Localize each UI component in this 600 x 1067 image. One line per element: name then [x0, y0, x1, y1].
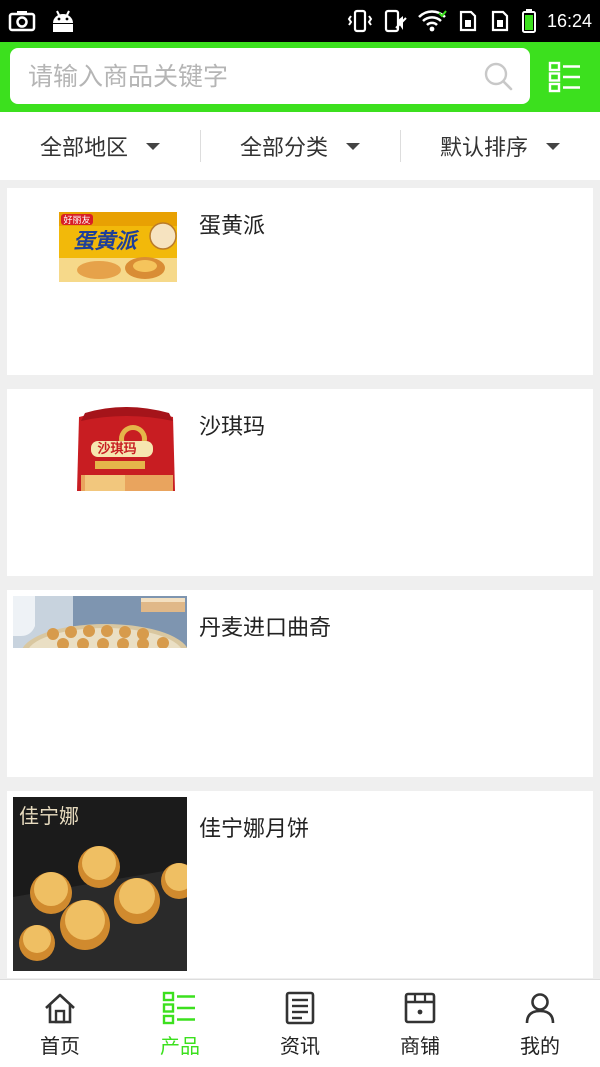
- vibrate-icon: [347, 9, 373, 33]
- battery-icon: [521, 9, 536, 33]
- dropdown-caret-icon: [346, 142, 360, 150]
- nav-home-label: 首页: [40, 1034, 80, 1058]
- sim2-icon: [491, 10, 509, 32]
- search-box[interactable]: [10, 48, 530, 104]
- android-icon: [53, 10, 73, 32]
- screenshot-icon: [8, 11, 36, 32]
- nav-products[interactable]: 产品: [120, 980, 240, 1067]
- filter-category[interactable]: 全部分类: [200, 112, 400, 180]
- product-title: 丹麦进口曲奇: [199, 616, 332, 641]
- dropdown-caret-icon: [546, 142, 560, 150]
- filter-bar: 全部地区 全部分类 默认排序: [0, 112, 600, 180]
- product-title: 蛋黄派: [199, 214, 266, 239]
- filter-region-label: 全部地区: [39, 136, 128, 161]
- package-text: 蛋黄派: [74, 229, 140, 253]
- nav-news[interactable]: 资讯: [240, 980, 360, 1067]
- sim1-icon: [459, 10, 477, 32]
- brand-text: 好丽友: [63, 214, 90, 226]
- product-card[interactable]: 丹麦进口曲奇: [7, 590, 593, 777]
- filter-category-label: 全部分类: [239, 136, 328, 161]
- filter-sort[interactable]: 默认排序: [400, 112, 600, 180]
- product-card[interactable]: 好丽友 蛋黄派 蛋黄派: [7, 188, 593, 375]
- products-icon: [162, 991, 195, 1025]
- product-list: 好丽友 蛋黄派 蛋黄派 沙琪玛 沙琪玛 丹麦进口曲奇 佳宁娜 佳宁娜月饼: [7, 188, 593, 992]
- category-menu-icon[interactable]: [548, 60, 582, 94]
- shop-icon: [404, 992, 436, 1024]
- nav-profile[interactable]: 我的: [480, 980, 600, 1067]
- status-bar: 16:24: [0, 0, 600, 42]
- product-card[interactable]: 沙琪玛 沙琪玛: [7, 389, 593, 576]
- nav-home[interactable]: 首页: [0, 980, 120, 1067]
- product-title: 沙琪玛: [199, 415, 266, 440]
- mute-icon: [384, 9, 407, 33]
- search-header: [0, 42, 600, 112]
- news-icon: [285, 991, 315, 1025]
- filter-sort-label: 默认排序: [439, 136, 528, 161]
- nav-shop-label: 商铺: [400, 1034, 440, 1058]
- nav-profile-label: 我的: [520, 1034, 560, 1058]
- bottom-nav: 首页 产品 资讯 商铺 我的: [0, 979, 600, 1067]
- product-image: 好丽友 蛋黄派: [13, 194, 187, 368]
- product-title: 佳宁娜月饼: [199, 817, 310, 842]
- search-icon[interactable]: [482, 60, 514, 92]
- home-icon: [45, 993, 75, 1024]
- product-card[interactable]: 佳宁娜 佳宁娜月饼: [7, 791, 593, 978]
- dropdown-caret-icon: [146, 142, 160, 150]
- status-time: 16:24: [546, 10, 592, 31]
- profile-icon: [525, 993, 555, 1024]
- nav-news-label: 资讯: [280, 1034, 320, 1058]
- nav-shop[interactable]: 商铺: [360, 980, 480, 1067]
- search-input[interactable]: [28, 48, 468, 104]
- brand-text: 佳宁娜: [19, 804, 79, 828]
- product-image: [13, 596, 187, 770]
- filter-region[interactable]: 全部地区: [0, 112, 200, 180]
- wifi-icon: [418, 10, 447, 32]
- package-text: 沙琪玛: [97, 441, 136, 457]
- nav-products-label: 产品: [160, 1034, 200, 1058]
- product-image: 沙琪玛: [13, 395, 187, 569]
- product-image: 佳宁娜: [13, 797, 187, 971]
